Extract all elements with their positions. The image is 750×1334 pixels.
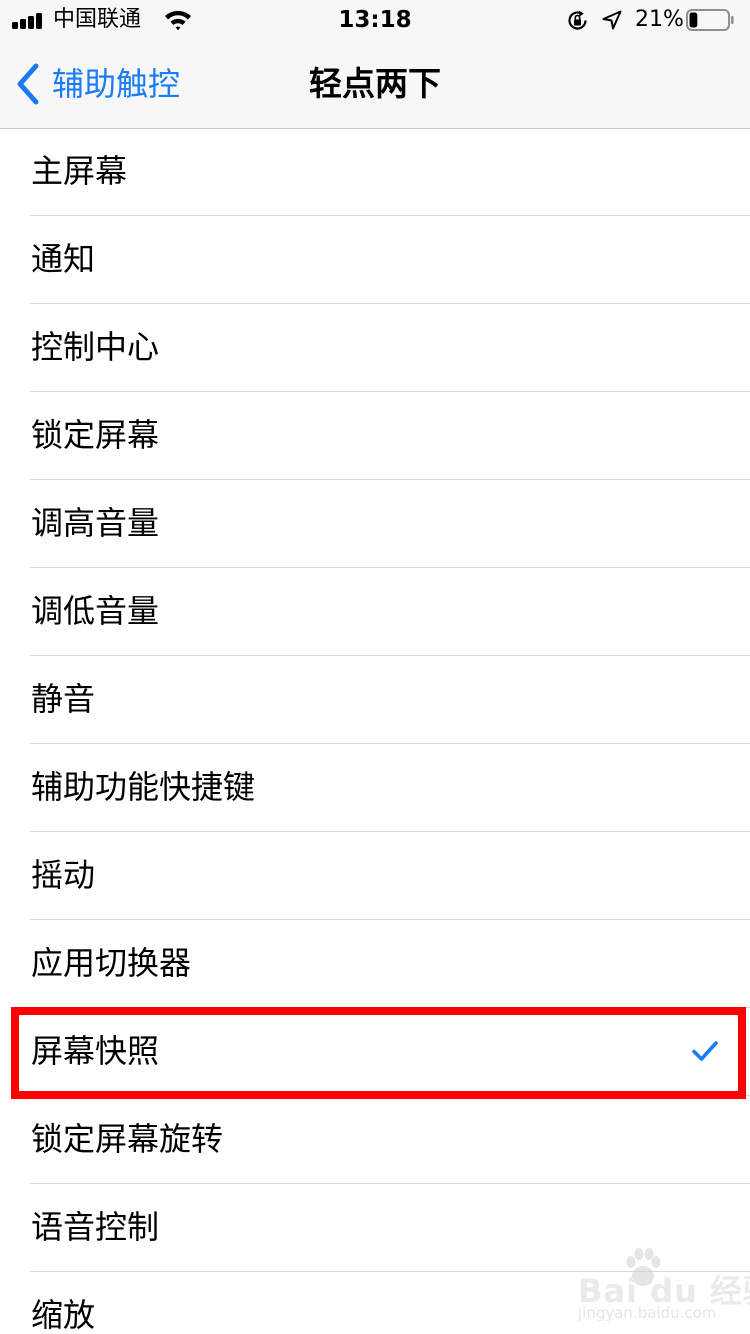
list-item-label: 锁定屏幕 — [31, 416, 160, 454]
list-item-label: 屏幕快照 — [31, 1032, 160, 1070]
list-item-label: 静音 — [31, 680, 96, 718]
status-bar: 中国联通 13:18 21% — [0, 0, 750, 40]
list-item-0[interactable]: 主屏幕 — [0, 128, 750, 216]
list-item-label: 通知 — [31, 240, 96, 278]
list-item-11[interactable]: 锁定屏幕旋转 — [0, 1096, 750, 1184]
battery-percent: 21% — [635, 7, 684, 32]
list-item-5[interactable]: 调低音量 — [0, 568, 750, 656]
list-item-label: 缩放 — [31, 1296, 96, 1334]
navigation-bar: 辅助触控 轻点两下 — [0, 40, 750, 129]
list-item-7[interactable]: 辅助功能快捷键 — [0, 744, 750, 832]
list-item-label: 主屏幕 — [31, 152, 128, 190]
list-item-label: 应用切换器 — [31, 944, 192, 982]
page-title: 轻点两下 — [309, 64, 441, 103]
action-option-list: 主屏幕 通知 控制中心 锁定屏幕 调高音量 调低音量 静音 辅助功能快捷键 摇动… — [0, 128, 750, 1334]
list-item-6[interactable]: 静音 — [0, 656, 750, 744]
list-item-4[interactable]: 调高音量 — [0, 480, 750, 568]
list-item-2[interactable]: 控制中心 — [0, 304, 750, 392]
screen: 中国联通 13:18 21% 辅助触控 轻点两下 主屏幕 通知 控制中心 锁定屏… — [0, 0, 750, 1334]
list-item-label: 调高音量 — [31, 504, 160, 542]
list-item-label: 辅助功能快捷键 — [31, 768, 256, 806]
rotation-lock-icon — [568, 10, 587, 30]
list-item-1[interactable]: 通知 — [0, 216, 750, 304]
list-item-label: 控制中心 — [31, 328, 160, 366]
list-item-label: 调低音量 — [31, 592, 160, 630]
list-item-10[interactable]: 屏幕快照 — [0, 1008, 750, 1096]
list-item-label: 锁定屏幕旋转 — [31, 1120, 224, 1158]
list-item-12[interactable]: 语音控制 — [0, 1184, 750, 1272]
list-item-label: 摇动 — [31, 856, 96, 894]
list-item-3[interactable]: 锁定屏幕 — [0, 392, 750, 480]
list-item-9[interactable]: 应用切换器 — [0, 920, 750, 1008]
checkmark-icon — [692, 1041, 718, 1061]
list-item-8[interactable]: 摇动 — [0, 832, 750, 920]
list-item-label: 语音控制 — [31, 1208, 160, 1246]
battery-icon — [686, 9, 734, 31]
location-icon — [602, 10, 622, 30]
list-item-13[interactable]: 缩放 — [0, 1272, 750, 1334]
